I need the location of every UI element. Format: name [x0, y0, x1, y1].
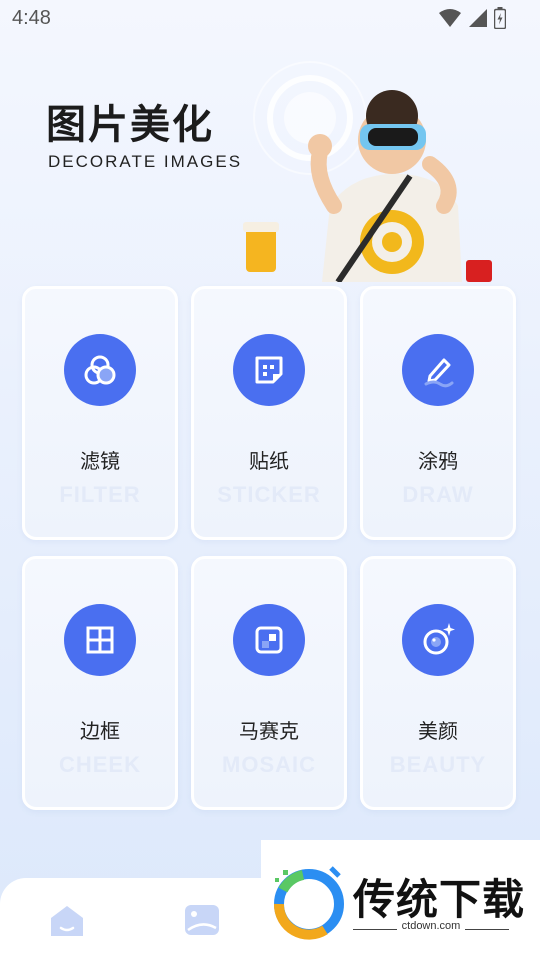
mosaic-icon	[233, 604, 305, 676]
feature-card-sticker[interactable]: 贴纸 STICKER	[191, 286, 347, 540]
feature-label: 贴纸	[249, 449, 289, 473]
page-subtitle: DECORATE IMAGES	[48, 152, 243, 171]
feature-label: 马赛克	[239, 719, 299, 743]
pen-draw-icon	[402, 334, 474, 406]
cell-signal-icon	[469, 9, 487, 27]
feature-card-filter[interactable]: 滤镜 FILTER	[22, 286, 178, 540]
feature-label: 美颜	[418, 719, 458, 743]
feature-sublabel: STICKER	[217, 482, 321, 507]
feature-grid: 滤镜 FILTER 贴纸 STICKER 涂鸦 DRAW 边框 CHEEK 马赛…	[22, 286, 518, 810]
wifi-icon	[439, 9, 461, 27]
feature-sublabel: FILTER	[59, 482, 141, 507]
page-title: 图片美化	[46, 102, 214, 148]
status-time: 4:48	[12, 6, 51, 29]
camera-sparkle-icon	[402, 604, 474, 676]
status-bar: 4:48	[0, 0, 540, 36]
gallery-icon	[185, 905, 219, 935]
feature-label: 涂鸦	[418, 449, 458, 473]
feature-card-frame[interactable]: 边框 CHEEK	[22, 556, 178, 810]
watermark-url: ctdown.com	[401, 920, 461, 932]
watermark-brand: 传统下载	[353, 875, 526, 924]
battery-icon	[494, 7, 506, 29]
frame-grid-icon	[64, 604, 136, 676]
status-icons	[438, 7, 506, 29]
divider	[465, 929, 509, 930]
ctdown-logo-icon	[273, 866, 344, 940]
feature-card-draw[interactable]: 涂鸦 DRAW	[360, 286, 516, 540]
feature-card-beauty[interactable]: 美颜 BEAUTY	[360, 556, 516, 810]
filter-circles-icon	[64, 334, 136, 406]
hero-banner: 图片美化 DECORATE IMAGES	[0, 36, 540, 286]
feature-sublabel: DRAW	[402, 482, 474, 507]
feature-card-mosaic[interactable]: 马赛克 MOSAIC	[191, 556, 347, 810]
feature-sublabel: CHEEK	[58, 752, 141, 777]
feature-label: 边框	[80, 719, 120, 743]
vr-character-illustration	[243, 61, 492, 282]
feature-sublabel: MOSAIC	[222, 752, 316, 777]
watermark-logo: 传统下载 ctdown.com	[261, 840, 540, 960]
nav-gallery[interactable]	[182, 900, 222, 940]
sticker-icon	[233, 334, 305, 406]
nav-home[interactable]	[47, 900, 87, 940]
feature-label: 滤镜	[80, 449, 120, 473]
feature-sublabel: BEAUTY	[389, 752, 487, 777]
home-icon	[51, 906, 83, 936]
